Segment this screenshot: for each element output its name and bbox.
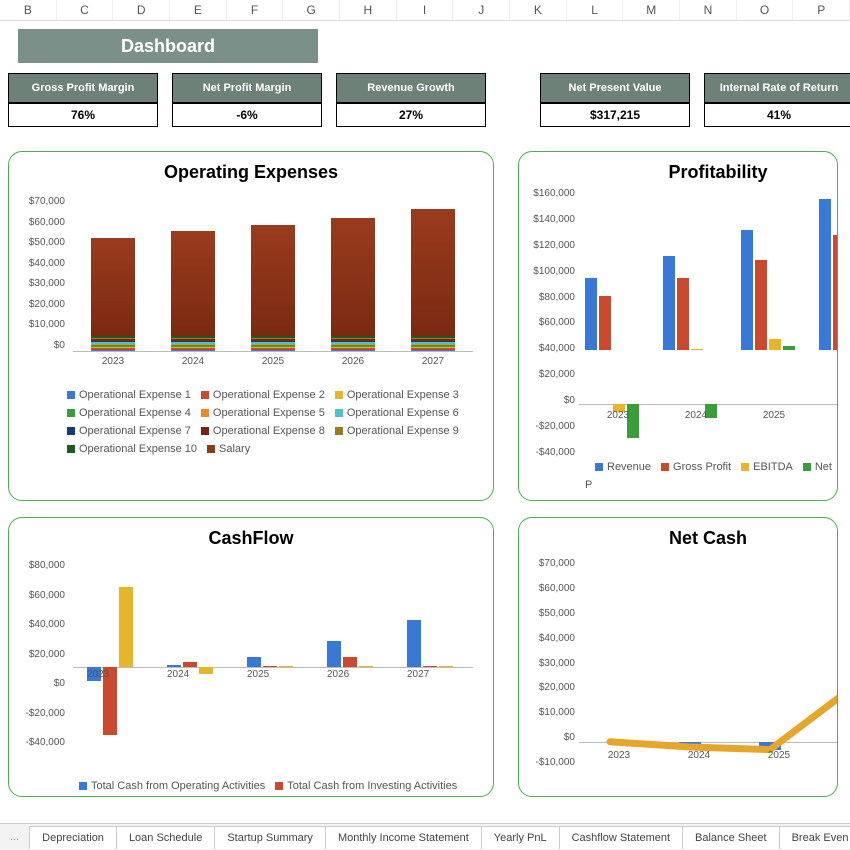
chart-title: Operating Expenses xyxy=(15,162,487,183)
kpi-label: Revenue Growth xyxy=(336,73,486,103)
column-header-row: B C D E F G H I J K L M N O P xyxy=(0,0,850,21)
kpi-row: Gross Profit Margin 76% Net Profit Margi… xyxy=(0,73,850,151)
kpi-value: 41% xyxy=(704,103,850,127)
chart-netcash[interactable]: Net Cash $70,000$60,000$50,000$40,000$30… xyxy=(518,517,838,797)
sheet-tab[interactable]: Loan Schedule xyxy=(116,826,215,849)
chart-title: Net Cash xyxy=(585,528,831,549)
y-axis-labels: $160,000$140,000$120,000$100,000$80,000$… xyxy=(527,188,575,458)
kpi-card[interactable]: Internal Rate of Return 41% xyxy=(704,73,850,133)
y-axis-labels: $70,000$60,000$50,000$40,000$30,000$20,0… xyxy=(17,196,65,351)
kpi-card[interactable]: Net Profit Margin -6% xyxy=(172,73,322,133)
sheet-tab[interactable]: Balance Sheet xyxy=(682,826,780,849)
col-header: G xyxy=(283,0,340,20)
chart-operating-expenses[interactable]: Operating Expenses $70,000$60,000$50,000… xyxy=(8,151,494,501)
col-header: H xyxy=(340,0,397,20)
kpi-card[interactable]: Net Present Value $317,215 xyxy=(540,73,690,133)
plot-area xyxy=(579,558,838,742)
page-title: Dashboard xyxy=(18,29,318,63)
kpi-value: $317,215 xyxy=(540,103,690,127)
col-header: M xyxy=(623,0,680,20)
plot-area: 20232024202520262027 xyxy=(73,560,473,748)
kpi-label: Net Present Value xyxy=(540,73,690,103)
x-axis-labels: 202320242025 xyxy=(579,410,838,424)
x-axis-labels: 20232024202520262027 xyxy=(73,356,473,370)
x-axis-labels: 202320242025 xyxy=(579,750,838,764)
sheet-tab[interactable]: Startup Summary xyxy=(214,826,326,849)
y-axis-labels: $70,000$60,000$50,000$40,000$30,000$20,0… xyxy=(527,558,575,768)
sheet-tab[interactable]: Depreciation xyxy=(29,826,117,849)
plot-area xyxy=(73,196,473,352)
col-header: K xyxy=(510,0,567,20)
col-header: C xyxy=(57,0,114,20)
col-header: N xyxy=(680,0,737,20)
kpi-value: -6% xyxy=(172,103,322,127)
sheet-tab-bar[interactable]: ... Depreciation Loan Schedule Startup S… xyxy=(0,823,850,850)
y-axis-labels: $80,000$60,000$40,000$20,000$0-$20,000-$… xyxy=(17,560,65,748)
chart-profitability[interactable]: Profitability $160,000$140,000$120,000$1… xyxy=(518,151,838,501)
col-header: P xyxy=(793,0,850,20)
sheet-tab[interactable]: Break Even A xyxy=(779,826,850,849)
kpi-label: Gross Profit Margin xyxy=(8,73,158,103)
sheet-tab[interactable]: Monthly Income Statement xyxy=(325,826,482,849)
kpi-card[interactable]: Revenue Growth 27% xyxy=(336,73,486,133)
col-header: D xyxy=(113,0,170,20)
plot-area xyxy=(579,188,838,404)
chart-title: Profitability xyxy=(605,162,831,183)
col-header: I xyxy=(397,0,454,20)
kpi-label: Internal Rate of Return xyxy=(704,73,850,103)
sheet-tab[interactable]: Cashflow Statement xyxy=(559,826,683,849)
chart-legend: Operational Expense 1Operational Expense… xyxy=(57,386,483,458)
col-header: L xyxy=(567,0,624,20)
kpi-value: 76% xyxy=(8,103,158,127)
chart-cashflow[interactable]: CashFlow $80,000$60,000$40,000$20,000$0-… xyxy=(8,517,494,797)
col-header: J xyxy=(453,0,510,20)
kpi-card[interactable]: Gross Profit Margin 76% xyxy=(8,73,158,133)
chart-legend: Total Cash from Operating ActivitiesTota… xyxy=(69,777,457,795)
kpi-value: 27% xyxy=(336,103,486,127)
col-header: B xyxy=(0,0,57,20)
chart-legend: RevenueGross ProfitEBITDANet P xyxy=(585,458,837,494)
kpi-label: Net Profit Margin xyxy=(172,73,322,103)
col-header: E xyxy=(170,0,227,20)
col-header: O xyxy=(737,0,794,20)
col-header: F xyxy=(227,0,284,20)
sheet-tab[interactable]: Yearly PnL xyxy=(481,826,560,849)
more-tabs-icon[interactable]: ... xyxy=(0,831,29,843)
chart-title: CashFlow xyxy=(15,528,487,549)
